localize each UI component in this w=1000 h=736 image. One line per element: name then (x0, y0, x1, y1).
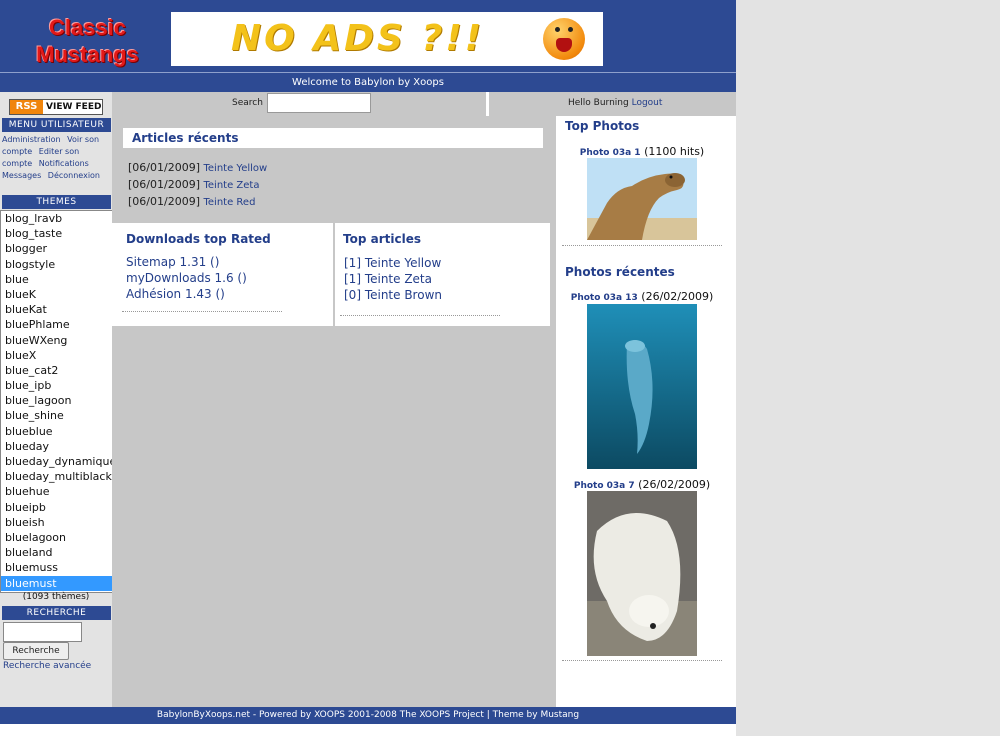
search-block-title: RECHERCHE (2, 606, 111, 620)
site-footer: BabylonByXoops.net - Powered by XOOPS 20… (0, 707, 736, 724)
banner-text: NO ADS ?!! (231, 18, 485, 59)
photo-name-link[interactable]: Photo 03a 1 (580, 148, 641, 158)
hello-text: Hello Burning Logout (568, 98, 662, 108)
dolphin-photo[interactable] (587, 304, 697, 469)
divider (340, 315, 500, 316)
download-link[interactable]: Adhésion 1.43 () (126, 287, 225, 301)
downloads-title: Downloads top Rated (126, 232, 271, 246)
rss-feed-button[interactable]: RSS VIEW FEED (9, 99, 103, 115)
user-bar-divider (486, 92, 489, 116)
divider (562, 660, 722, 661)
article-date: [06/01/2009] (128, 161, 200, 174)
logo-line-1: Classic (48, 15, 127, 40)
divider (122, 311, 282, 312)
recent-article-row: [06/01/2009] Teinte Yellow (128, 161, 267, 174)
recent-photos-title: Photos récentes (565, 265, 675, 279)
photo-name-link[interactable]: Photo 03a 7 (574, 481, 635, 491)
screaming-face-icon (543, 18, 585, 60)
site-header: Classic Mustangs NO ADS ?!! (0, 0, 736, 72)
search-label: Search (232, 98, 263, 108)
top-article-link[interactable]: [0] Teinte Brown (344, 288, 442, 302)
top-photos-title: Top Photos (565, 119, 640, 133)
user-menu-messages[interactable]: Messages (2, 171, 41, 180)
user-bar: Search Hello Burning Logout (112, 92, 736, 116)
face-mouth (556, 38, 572, 52)
user-menu-logout[interactable]: Déconnexion (48, 171, 100, 180)
rss-icon: RSS (10, 100, 43, 114)
face-eye-right (568, 27, 573, 32)
download-link[interactable]: Sitemap 1.31 () (126, 255, 219, 269)
user-menu: Administration Voir son compte Editer so… (2, 134, 110, 182)
themes-count: (1093 thèmes) (22, 592, 90, 602)
recent-photo-caption: Photo 03a 7 (26/02/2009) (552, 478, 732, 491)
hello-user: Hello Burning (568, 98, 629, 108)
recent-photo-caption: Photo 03a 13 (26/02/2009) (552, 290, 732, 303)
sidebar-search-input[interactable] (3, 622, 82, 642)
photo-date: (26/02/2009) (638, 478, 711, 491)
logo-line-2: Mustangs (36, 42, 139, 67)
download-link[interactable]: myDownloads 1.6 () (126, 271, 247, 285)
article-link[interactable]: Teinte Yellow (203, 163, 267, 174)
ad-banner[interactable]: NO ADS ?!! (171, 12, 603, 66)
polar-bear-photo[interactable] (587, 491, 697, 656)
camel-photo[interactable] (587, 158, 697, 240)
top-photo-caption: Photo 03a 1 (1100 hits) (552, 145, 732, 158)
article-link[interactable]: Teinte Zeta (203, 180, 259, 191)
photo-date: (26/02/2009) (641, 290, 714, 303)
user-menu-admin[interactable]: Administration (2, 135, 61, 144)
advanced-search-link[interactable]: Recherche avancée (3, 661, 91, 671)
view-feed-label: VIEW FEED (46, 102, 102, 112)
welcome-bar: Welcome to Babylon by Xoops (0, 72, 736, 92)
article-link[interactable]: Teinte Red (203, 197, 255, 208)
photo-name-link[interactable]: Photo 03a 13 (571, 293, 638, 303)
top-article-link[interactable]: [1] Teinte Yellow (344, 256, 441, 270)
photo-hits: (1100 hits) (644, 145, 705, 158)
logout-link[interactable]: Logout (632, 98, 663, 108)
site-logo[interactable]: Classic Mustangs (30, 14, 145, 68)
header-search-input[interactable] (267, 93, 371, 113)
user-menu-notifications[interactable]: Notifications (39, 159, 89, 168)
top-articles-title: Top articles (343, 232, 421, 246)
user-menu-title: MENU UTILISATEUR (2, 118, 111, 132)
top-article-link[interactable]: [1] Teinte Zeta (344, 272, 432, 286)
site-container: Classic Mustangs NO ADS ?!! Welcome to B… (0, 0, 736, 736)
recent-article-row: [06/01/2009] Teinte Zeta (128, 178, 259, 191)
face-eye-left (555, 27, 560, 32)
divider (562, 245, 722, 246)
search-button[interactable]: Recherche (3, 642, 69, 660)
article-date: [06/01/2009] (128, 195, 200, 208)
recent-articles-title: Articles récents (132, 131, 239, 145)
themes-title: THEMES (2, 195, 111, 209)
article-date: [06/01/2009] (128, 178, 200, 191)
recent-article-row: [06/01/2009] Teinte Red (128, 195, 255, 208)
